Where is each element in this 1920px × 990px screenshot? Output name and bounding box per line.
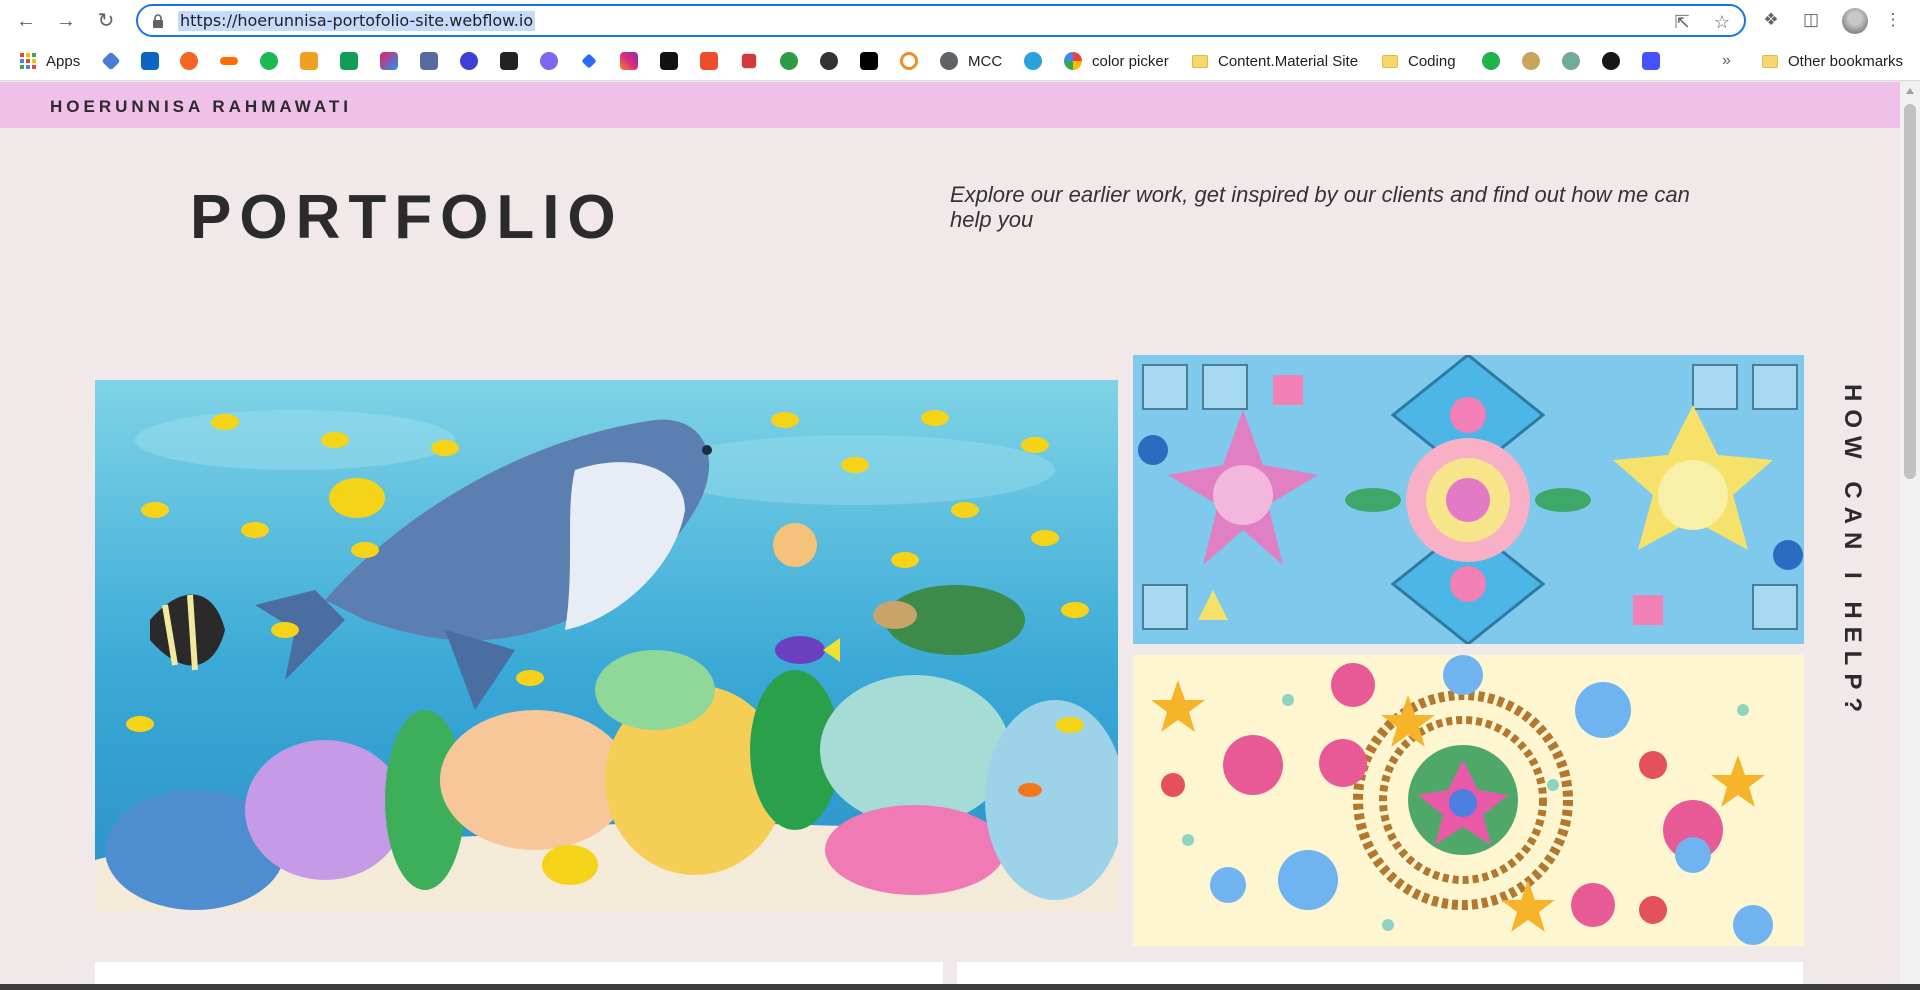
bookmark-folder-other[interactable]: Other bookmarks [1762,50,1903,72]
bookmark-site-1[interactable] [101,50,121,72]
linkedin-icon [141,52,159,70]
capcut-icon [860,52,878,70]
folder-icon [1192,54,1208,68]
apps-grid-icon [20,53,36,69]
bookmark-apps[interactable]: Apps [20,50,80,72]
portfolio-image-ocean[interactable] [95,380,1118,911]
bookmark-site-21[interactable] [900,50,918,72]
menu-dots-icon[interactable]: ⋮ [1882,9,1904,31]
instagram-icon [620,52,638,70]
page-scrollbar[interactable] [1900,82,1920,990]
bookmark-site-10[interactable] [460,50,478,72]
bookmark-site-11[interactable] [500,50,518,72]
lock-icon [153,14,163,28]
ocean-illustration [95,380,1118,911]
bookmark-folder-coding[interactable]: Coding [1382,50,1456,72]
bookmark-site-13[interactable] [580,50,598,72]
bookmark-color-picker[interactable]: color picker [1064,50,1169,72]
shopping-bag-icon [700,52,718,70]
browser-toolbar: ← → ↻ https://hoerunnisa-portofolio-site… [0,0,1920,41]
x-logo-icon [581,53,597,69]
bookmark-site-28[interactable] [1522,50,1540,72]
os-taskbar-edge [0,984,1920,990]
pattern-illustration-cream [1133,655,1804,946]
c-logo-icon [540,52,558,70]
bookmark-github[interactable] [1602,50,1620,72]
bookmark-site-18[interactable] [780,50,798,72]
folder-icon [1762,54,1778,68]
bookmark-mcc[interactable]: MCC [940,50,1002,72]
circle-logo-icon [900,52,918,70]
bookmark-site-12[interactable] [540,50,558,72]
reload-icon[interactable]: ↻ [94,9,118,33]
scroll-thumb[interactable] [1904,104,1916,479]
how-can-i-help-heading: HOW CAN I HELP? [1839,384,1866,720]
address-bar[interactable]: https://hoerunnisa-portofolio-site.webfl… [136,4,1746,37]
bookmark-site-4[interactable] [220,50,238,72]
grid-logo-icon [380,52,398,70]
dollar-icon [820,52,838,70]
portfolio-image-pattern-blue[interactable] [1133,355,1804,644]
pattern-illustration-blue [1133,355,1804,644]
bookmark-capcut[interactable] [860,50,878,72]
fn-logo-icon [260,52,278,70]
share-icon[interactable]: ⇱ [1672,12,1692,32]
page-title: PORTFOLIO [190,183,624,252]
b-logo-icon [180,52,198,70]
globe-icon [940,52,958,70]
bookmarks-overflow-chevron-icon[interactable]: » [1722,50,1731,72]
profile-avatar[interactable] [1842,8,1868,34]
play-icon [460,52,478,70]
bookmark-chatgpt[interactable] [1562,50,1580,72]
bookmark-site-5[interactable] [260,50,278,72]
diamond-icon [101,51,121,71]
tiktok-icon [660,52,678,70]
site-brand[interactable]: HOERUNNISA RAHMAWATI [50,97,352,117]
character-icon [1522,52,1540,70]
chevron-logo-icon [220,57,238,65]
portfolio-image-pattern-cream[interactable] [1133,655,1804,946]
side-panel-icon[interactable]: ◫ [1800,9,1822,31]
square-logo-icon [500,52,518,70]
ws-logo-icon [300,52,318,70]
bookmark-folder-content-material[interactable]: Content.Material Site [1192,50,1358,72]
sheets-icon [340,52,358,70]
chatgpt-icon [1562,52,1580,70]
webpage: HOERUNNISA RAHMAWATI PORTFOLIO Explore o… [0,82,1920,990]
webflow-icon [1642,52,1660,70]
bookmark-site-17[interactable] [740,50,758,72]
number-3-icon [1482,52,1500,70]
bookmark-linkedin[interactable] [141,50,159,72]
github-icon [1602,52,1620,70]
bookmark-site-6[interactable] [300,50,318,72]
bookmark-instagram[interactable] [620,50,638,72]
frog-icon [780,52,798,70]
bookmark-webflow[interactable] [1642,50,1660,72]
bookmarks-bar: Apps MCC color picker Content.Material S… [0,41,1920,81]
bookmark-site-3[interactable] [180,50,198,72]
extensions-puzzle-icon[interactable]: ❖ [1760,9,1782,31]
folder-icon [1382,54,1398,68]
bookmark-site-27[interactable] [1482,50,1500,72]
bookmark-tiktok[interactable] [660,50,678,72]
screen-icon [420,52,438,70]
google-icon [1064,52,1082,70]
telegram-icon [1024,52,1042,70]
scroll-up-arrow-icon[interactable] [1906,88,1914,94]
bookmark-site-19[interactable] [820,50,838,72]
bookmark-shopee[interactable] [700,50,718,72]
forward-arrow-icon[interactable]: → [54,9,78,33]
film-icon [741,53,757,69]
bookmark-telegram[interactable] [1024,50,1042,72]
site-header: HOERUNNISA RAHMAWATI [0,82,1900,128]
url-text[interactable]: https://hoerunnisa-portofolio-site.webfl… [178,11,536,31]
bookmark-star-icon[interactable]: ☆ [1712,12,1732,32]
bookmark-site-9[interactable] [420,50,438,72]
bookmark-site-8[interactable] [380,50,398,72]
back-arrow-icon[interactable]: ← [14,9,38,33]
bookmark-sheets[interactable] [340,50,358,72]
intro-text: Explore our earlier work, get inspired b… [950,182,1690,232]
